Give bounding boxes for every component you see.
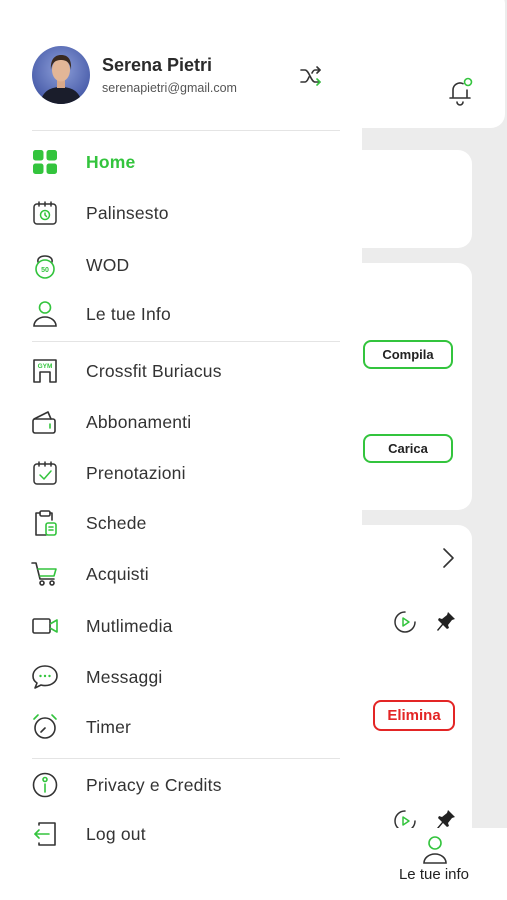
menu-item-label: Timer	[86, 716, 132, 737]
switch-account-icon[interactable]	[299, 64, 323, 88]
menu-item-label: Messaggi	[86, 666, 163, 687]
menu-item-label: Prenotazioni	[86, 462, 186, 483]
cart-icon	[30, 559, 60, 589]
menu-item-label: Abbonamenti	[86, 411, 192, 432]
divider	[32, 758, 340, 759]
menu-item-prenotazioni[interactable]: Prenotazioni	[0, 453, 362, 493]
calendar-schedule-icon	[30, 198, 60, 228]
menu-item-wod[interactable]: 50 WOD	[0, 245, 362, 285]
avatar[interactable]	[32, 46, 90, 104]
bottom-nav-label[interactable]: Le tue info	[380, 866, 488, 883]
chevron-right-icon[interactable]	[440, 547, 456, 569]
menu-item-label: WOD	[86, 254, 130, 275]
menu-item-label: Mutlimedia	[86, 615, 173, 636]
divider	[32, 341, 340, 342]
clipboard-icon	[30, 508, 60, 538]
wallet-icon	[30, 407, 60, 437]
menu-item-acquisti[interactable]: Acquisti	[0, 554, 362, 594]
gym-icon: GYM	[30, 356, 60, 386]
elimina-button[interactable]: Elimina	[373, 700, 455, 731]
menu-item-le-tue-info[interactable]: Le tue Info	[0, 294, 362, 334]
menu-item-palinsesto[interactable]: Palinsesto	[0, 193, 362, 233]
grid-icon	[30, 147, 60, 177]
menu-item-mutlimedia[interactable]: Mutlimedia	[0, 606, 362, 646]
compila-button[interactable]: Compila	[363, 340, 453, 369]
divider	[32, 130, 340, 131]
menu-item-messaggi[interactable]: Messaggi	[0, 657, 362, 697]
menu-item-label: Acquisti	[86, 563, 149, 584]
user-name: Serena Pietri	[102, 55, 213, 75]
pin-icon[interactable]	[436, 611, 456, 633]
info-icon	[30, 770, 60, 800]
chat-icon	[30, 662, 60, 692]
video-icon	[30, 611, 60, 641]
menu-item-label: Home	[86, 151, 136, 172]
navigation-drawer: Serena Pietri serenapietri@gmail.com Hom…	[0, 0, 362, 900]
menu-item-privacy-credits[interactable]: Privacy e Credits	[0, 765, 362, 805]
user-email: serenapietri@gmail.com	[102, 81, 237, 95]
menu-item-timer[interactable]: Timer	[0, 707, 362, 747]
svg-text:50: 50	[41, 267, 49, 274]
menu-item-label: Le tue Info	[86, 303, 171, 324]
menu-item-abbonamenti[interactable]: Abbonamenti	[0, 402, 362, 442]
user-icon[interactable]	[422, 835, 448, 865]
carica-button[interactable]: Carica	[363, 434, 453, 463]
timer-icon	[30, 712, 60, 742]
menu-item-label: Log out	[86, 823, 146, 844]
calendar-check-icon	[30, 458, 60, 488]
menu-item-crossfit-buriacus[interactable]: GYM Crossfit Buriacus	[0, 351, 362, 391]
menu-item-log-out[interactable]: Log out	[0, 814, 362, 854]
svg-text:GYM: GYM	[38, 363, 53, 370]
kettlebell-icon: 50	[30, 250, 60, 280]
menu-item-label: Privacy e Credits	[86, 774, 222, 795]
logout-icon	[30, 819, 60, 849]
play-icon[interactable]	[393, 610, 417, 634]
menu-item-schede[interactable]: Schede	[0, 503, 362, 543]
notification-bell-icon[interactable]	[446, 75, 474, 107]
menu-item-label: Palinsesto	[86, 202, 169, 223]
menu-item-label: Crossfit Buriacus	[86, 360, 222, 381]
menu-item-label: Schede	[86, 512, 147, 533]
user-icon	[30, 299, 60, 329]
menu-item-home[interactable]: Home	[0, 142, 362, 182]
